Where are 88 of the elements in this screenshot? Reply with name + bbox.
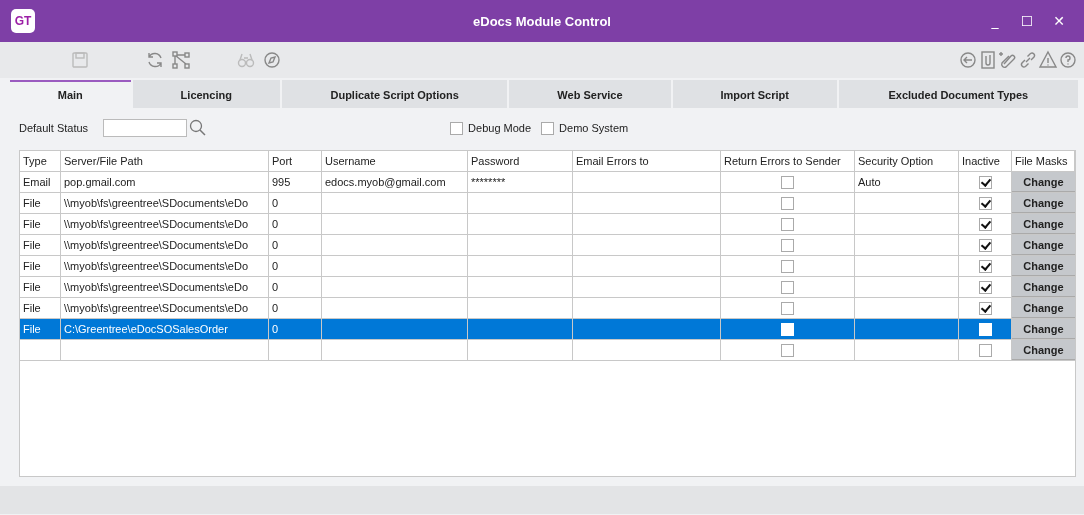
minimize-button[interactable]: _ <box>984 13 1006 29</box>
column-header[interactable]: File Masks <box>1012 151 1075 171</box>
checkbox[interactable] <box>781 217 794 231</box>
checkbox[interactable] <box>978 343 992 357</box>
table-cell: \\myob\fs\greentree\SDocuments\eDo <box>64 197 249 209</box>
checkbox[interactable] <box>450 121 464 135</box>
help-icon[interactable] <box>1058 50 1078 70</box>
checkbox[interactable] <box>978 175 992 189</box>
table-cell: pop.gmail.com <box>64 176 136 188</box>
table-cell: 995 <box>272 176 291 188</box>
link-icon[interactable] <box>1018 50 1038 70</box>
table-cell: \\myob\fs\greentree\SDocuments\eDo <box>64 239 249 251</box>
checkbox[interactable] <box>781 301 794 315</box>
column-header[interactable]: Port <box>269 151 322 171</box>
change-button[interactable]: Change <box>1012 277 1075 297</box>
close-button[interactable]: ✕ <box>1048 13 1070 29</box>
change-button[interactable]: Change <box>1012 193 1075 213</box>
table-cell: Auto <box>858 176 881 188</box>
checkbox[interactable] <box>978 238 992 252</box>
column-header[interactable]: Password <box>468 151 573 171</box>
checkbox[interactable] <box>781 175 794 189</box>
table-cell: edocs.myob@gmail.com <box>325 176 446 188</box>
table-cell: \\myob\fs\greentree\SDocuments\eDo <box>64 218 249 230</box>
checkbox[interactable] <box>781 238 794 252</box>
change-button[interactable]: Change <box>1012 298 1075 318</box>
column-header[interactable]: Server/File Path <box>61 151 269 171</box>
checkbox[interactable] <box>978 217 992 231</box>
maximize-button[interactable]: ☐ <box>1016 13 1038 29</box>
checkbox[interactable] <box>781 280 794 294</box>
refresh-icon[interactable] <box>145 50 165 70</box>
tab[interactable]: Web Service <box>509 80 671 108</box>
table-cell: 0 <box>272 302 279 314</box>
change-button[interactable]: Change <box>1012 319 1075 339</box>
table-cell: File <box>23 323 41 335</box>
search-icon[interactable] <box>189 119 208 137</box>
attach-icon[interactable] <box>998 50 1018 70</box>
checkbox[interactable] <box>541 121 555 135</box>
column-header[interactable]: Username <box>322 151 468 171</box>
tab[interactable]: Duplicate Script Options <box>281 80 508 108</box>
change-button[interactable]: Change <box>1012 256 1075 276</box>
table-cell: 0 <box>272 218 279 230</box>
checkbox[interactable] <box>978 259 992 273</box>
back-icon[interactable] <box>958 50 978 70</box>
warning-icon[interactable] <box>1038 50 1058 70</box>
table-cell: \\myob\fs\greentree\SDocuments\eDo <box>64 260 249 272</box>
tab[interactable]: Excluded Document Types <box>838 80 1078 108</box>
checkbox-label: Demo System <box>559 122 629 134</box>
checkbox-label: Debug Mode <box>468 122 532 134</box>
table-cell: File <box>23 302 41 314</box>
table-cell: 0 <box>272 239 279 251</box>
checkbox[interactable] <box>978 196 992 210</box>
table-cell: 0 <box>272 281 279 293</box>
change-button[interactable]: Change <box>1012 214 1075 234</box>
column-header[interactable]: Security Option <box>855 151 959 171</box>
table-cell: File <box>23 197 41 209</box>
table-cell: File <box>23 281 41 293</box>
table-cell: \\myob\fs\greentree\SDocuments\eDo <box>64 302 249 314</box>
table-cell: File <box>23 260 41 272</box>
table-cell: File <box>23 218 41 230</box>
default-status-field[interactable] <box>103 119 188 137</box>
table-cell: ******** <box>471 176 506 188</box>
table-cell: File <box>23 239 41 251</box>
checkbox[interactable] <box>978 301 992 315</box>
checkbox[interactable] <box>978 280 992 294</box>
change-button[interactable]: Change <box>1012 340 1075 360</box>
compass-icon[interactable] <box>262 50 282 70</box>
checkbox[interactable] <box>781 196 794 210</box>
column-header[interactable]: Email Errors to <box>573 151 721 171</box>
tab[interactable]: Licencing <box>132 80 280 108</box>
nodes-icon[interactable] <box>171 50 191 70</box>
field-label: Default Status <box>19 122 89 134</box>
checkbox[interactable] <box>781 343 794 357</box>
column-header[interactable]: Type <box>20 151 61 171</box>
document-icon[interactable] <box>978 50 998 70</box>
change-button[interactable]: Change <box>1012 235 1075 255</box>
column-header[interactable]: Return Errors to Sender <box>721 151 855 171</box>
table-cell: 0 <box>272 260 279 272</box>
window-title: eDocs Module Control <box>473 13 611 29</box>
table-cell: \\myob\fs\greentree\SDocuments\eDo <box>64 281 249 293</box>
table-cell: Email <box>23 176 51 188</box>
tab[interactable]: Import Script <box>672 80 837 108</box>
checkbox[interactable] <box>781 259 794 273</box>
change-button[interactable]: Change <box>1012 172 1075 192</box>
table-cell: C:\Greentree\eDocSOSalesOrder <box>64 323 228 335</box>
save-icon[interactable] <box>70 50 90 70</box>
app-logo: GT <box>11 9 35 33</box>
table-cell: 0 <box>272 323 279 335</box>
table-cell: 0 <box>272 197 279 209</box>
